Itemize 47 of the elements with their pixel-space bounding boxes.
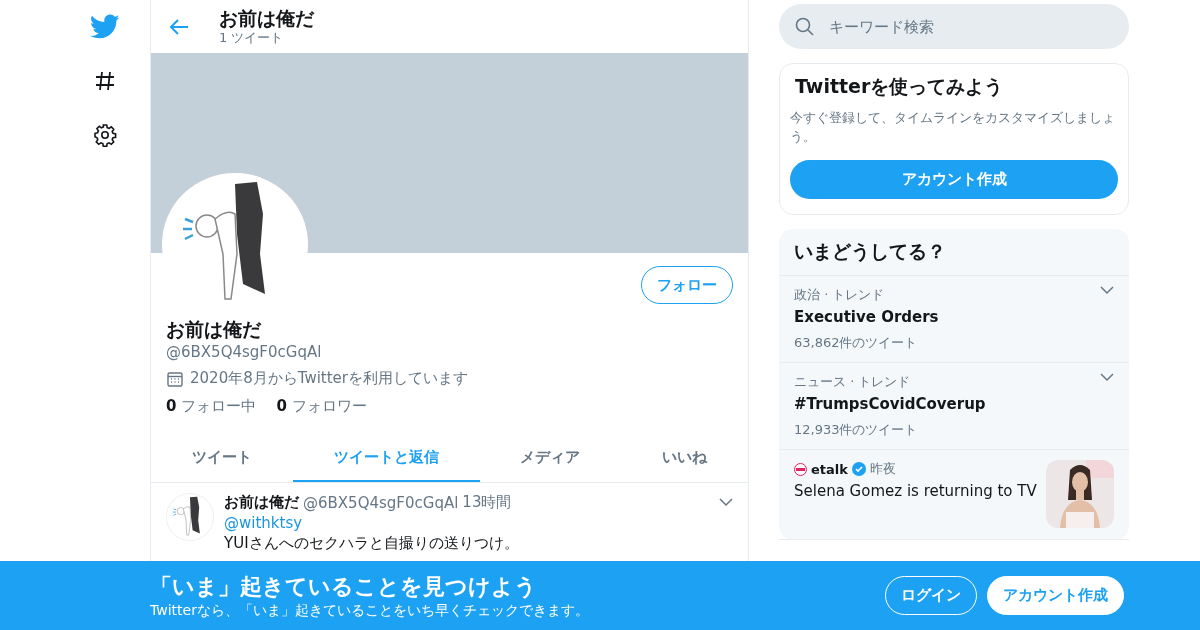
stat-count: 0 (276, 397, 287, 415)
join-date: 2020年8月からTwitterを利用しています (190, 369, 468, 388)
card-text: 今すぐ登録して、タイムラインをカスタマイズしましょう。 (790, 109, 1116, 146)
stat-label[interactable]: フォロー中 (181, 397, 257, 415)
card-title: Twitterを使ってみよう (794, 74, 1005, 99)
profile-title: お前は俺だ (219, 6, 314, 29)
trends-title: いまどうしてる？ (779, 229, 1129, 276)
search-icon (795, 17, 814, 36)
chevron-down-icon[interactable] (1100, 373, 1114, 382)
profile-tab[interactable]: ツイートと返信 (292, 432, 480, 482)
profile-tab[interactable]: メディア (479, 432, 622, 482)
bird-logo-icon[interactable] (90, 14, 120, 40)
trend-count: 63,862件のツイート (794, 334, 919, 352)
signup-button[interactable]: アカウント作成 (987, 576, 1124, 615)
back-arrow-icon[interactable] (169, 17, 189, 36)
tweet-text: YUIさんへのセクハラと自撮りの送りつけ。 (224, 534, 520, 553)
story-source: etalk (811, 461, 848, 477)
chevron-down-icon[interactable] (719, 498, 733, 507)
trend-context: ニュース · トレンド (794, 373, 912, 391)
trend-count: 12,933件のツイート (794, 421, 919, 439)
profile-tab[interactable]: ツイート (151, 432, 293, 482)
hashtag-icon[interactable] (93, 69, 117, 93)
stat-count: 0 (166, 397, 177, 415)
stat-label[interactable]: フォロワー (291, 397, 367, 415)
tweet-time: 13時間 (462, 493, 512, 512)
trend-name[interactable]: Executive Orders (794, 308, 939, 326)
follow-button[interactable]: フォロー (641, 266, 733, 304)
story-headline[interactable]: Selena Gomez is returning to TV (794, 482, 1037, 500)
profile-tab[interactable]: いいね (621, 432, 748, 482)
story-time: 昨夜 (869, 460, 896, 478)
banner-text: Twitterなら、「いま」起きていることをいち早くチェックできます。 (150, 601, 589, 620)
tweet-handle: @6BX5Q4sgF0cGqAl (303, 493, 459, 512)
search-field[interactable]: キーワード検索 (779, 4, 1129, 49)
trend-name[interactable]: #TrumpsCovidCoverup (794, 395, 986, 413)
reply-mention-link[interactable]: @withktsy (224, 514, 733, 532)
tweet-author: お前は俺だ (224, 493, 299, 512)
chevron-down-icon[interactable] (1100, 286, 1114, 295)
signup-button[interactable]: アカウント作成 (790, 160, 1118, 199)
profile-name: お前は俺だ (166, 317, 262, 342)
settings-icon[interactable] (93, 123, 117, 147)
trend-context: 政治 · トレンド (794, 286, 886, 304)
calendar-icon (166, 369, 184, 388)
banner-title: 「いま」起きていることを見つけよう (150, 572, 538, 601)
source-logo-icon (794, 462, 807, 476)
verified-badge-icon (851, 462, 866, 476)
tweet-count: 1 ツイート (219, 29, 285, 47)
profile-handle: @6BX5Q4sgF0cGqAl (166, 343, 323, 361)
